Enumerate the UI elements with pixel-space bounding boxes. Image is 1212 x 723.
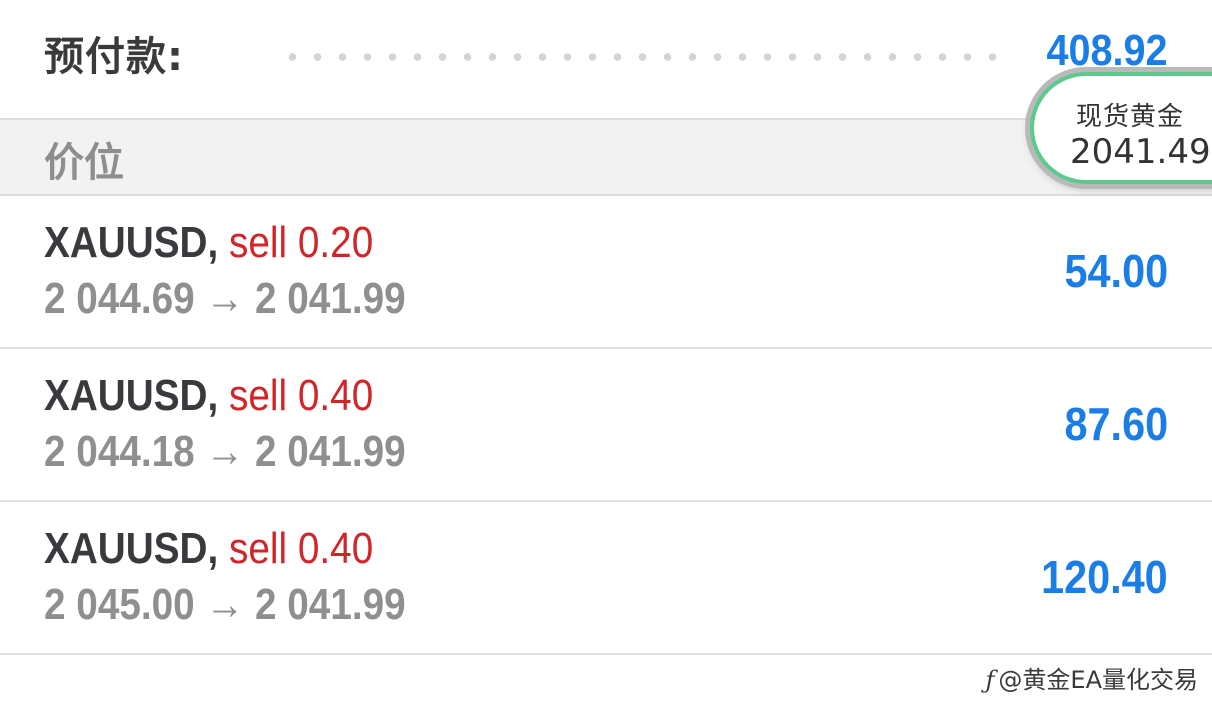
position-header: XAUUSD, sell 0.40	[44, 524, 373, 574]
watermark: ƒ @黄金EA量化交易	[986, 660, 1198, 695]
watermark-text: @黄金EA量化交易	[998, 666, 1198, 694]
prepayment-row: 预付款: 408.92	[0, 0, 1212, 118]
trade-screen: 预付款: 408.92 价位 XAUUSD, sell 0.20 2 044.6…	[0, 0, 1212, 723]
position-prices: 2 044.69 → 2 041.99	[44, 274, 406, 324]
price-current: 2 041.99	[254, 427, 406, 476]
arrow-right-icon: →	[205, 427, 245, 476]
position-side-volume: sell 0.40	[229, 371, 374, 420]
positions-list: XAUUSD, sell 0.20 2 044.69 → 2 041.99 54…	[0, 196, 1212, 655]
position-header: XAUUSD, sell 0.40	[44, 371, 373, 421]
price-open: 2 045.00	[44, 580, 195, 629]
quote-symbol-name: 现货黄金	[1076, 102, 1185, 132]
position-side-volume: sell 0.40	[229, 524, 374, 573]
position-row[interactable]: XAUUSD, sell 0.40 2 044.18 → 2 041.99 87…	[0, 349, 1212, 502]
price-current: 2 041.99	[254, 580, 406, 629]
dotted-leader	[280, 52, 1000, 62]
section-title: 价位	[44, 140, 124, 186]
platform-logo-icon: ƒ	[985, 666, 995, 694]
position-side-volume: sell 0.20	[229, 218, 374, 267]
position-prices: 2 044.18 → 2 041.99	[44, 427, 406, 477]
arrow-right-icon: →	[205, 274, 245, 323]
position-symbol: XAUUSD,	[44, 218, 219, 267]
position-symbol: XAUUSD,	[44, 371, 219, 420]
position-profit: 54.00	[1064, 245, 1168, 297]
prepayment-value: 408.92	[1046, 26, 1168, 75]
arrow-right-icon: →	[205, 580, 245, 629]
price-open: 2 044.18	[44, 427, 195, 476]
quote-price: 2041.49	[1070, 132, 1211, 172]
price-current: 2 041.99	[254, 274, 406, 323]
position-profit: 120.40	[1041, 551, 1168, 603]
prepayment-label: 预付款:	[44, 34, 184, 80]
position-header: XAUUSD, sell 0.20	[44, 218, 373, 268]
position-row[interactable]: XAUUSD, sell 0.20 2 044.69 → 2 041.99 54…	[0, 196, 1212, 349]
floating-quote-bubble[interactable]: 现货黄金 2041.49	[1030, 72, 1212, 184]
position-profit: 87.60	[1064, 398, 1168, 450]
price-open: 2 044.69	[44, 274, 195, 323]
position-row[interactable]: XAUUSD, sell 0.40 2 045.00 → 2 041.99 12…	[0, 502, 1212, 655]
position-symbol: XAUUSD,	[44, 524, 219, 573]
position-prices: 2 045.00 → 2 041.99	[44, 580, 406, 630]
